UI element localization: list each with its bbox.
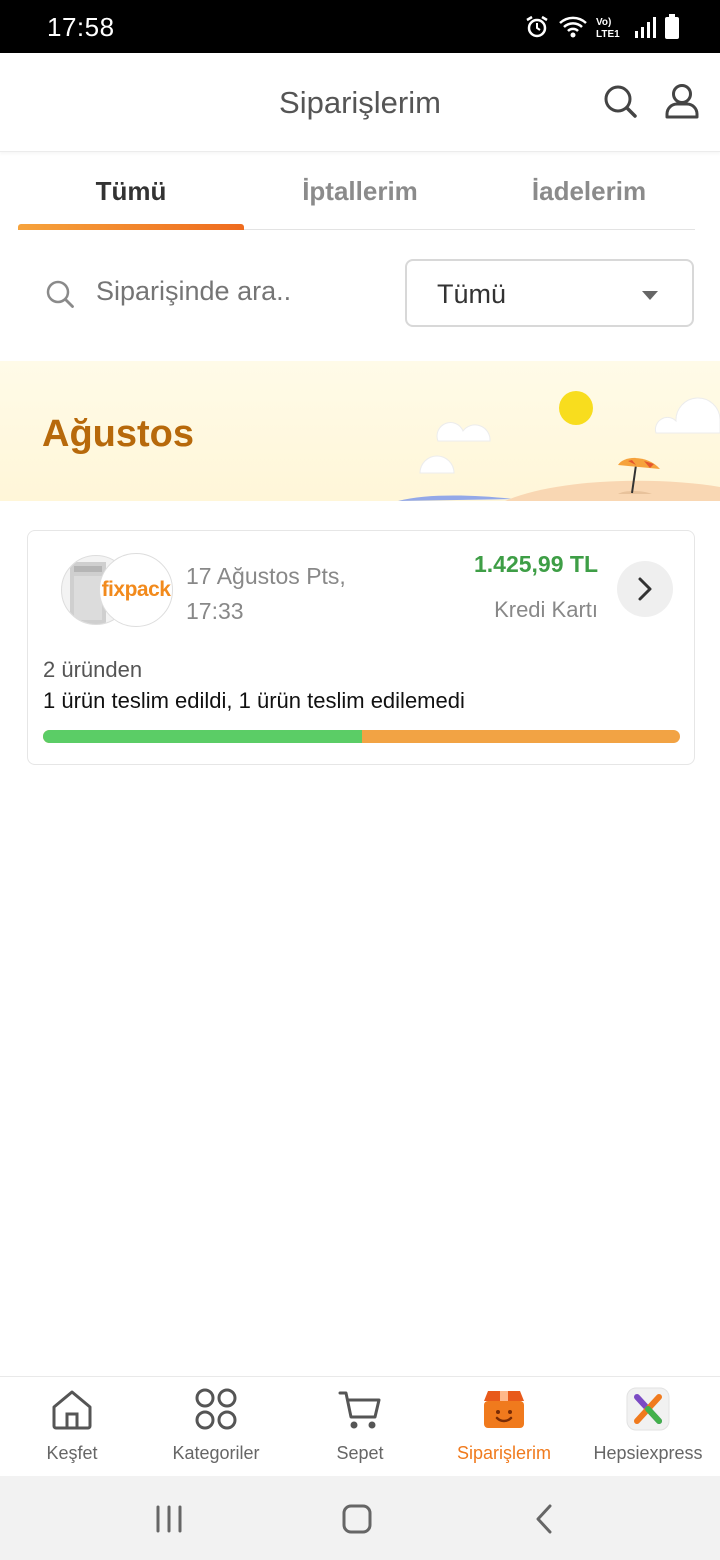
nav-item-kategoriler[interactable]: Kategoriler	[144, 1377, 288, 1477]
status-bar: 17:58 Vo) LTE1	[0, 0, 720, 53]
back-icon[interactable]	[528, 1502, 562, 1536]
alarm-icon	[524, 14, 550, 40]
order-total: 1.425,99 TL	[473, 551, 598, 577]
order-detail-button[interactable]	[617, 561, 673, 617]
home-icon	[52, 1390, 92, 1430]
month-title: Ağustos	[42, 413, 194, 455]
delivery-status: 1 ürün teslim edildi, 1 ürün teslim edil…	[43, 688, 465, 713]
search-icon	[44, 278, 76, 315]
tab-all[interactable]: Tümü	[18, 176, 244, 207]
month-banner: Ağustos	[0, 361, 720, 501]
nav-item-hepsiexpress[interactable]: Hepsiexpress	[576, 1377, 720, 1477]
app-header: Siparişlerim	[0, 53, 720, 152]
tab-cancellations[interactable]: İptallerim	[247, 176, 473, 207]
wifi-icon	[558, 14, 588, 40]
nav-item-siparislerim[interactable]: Siparişlerim	[432, 1377, 576, 1477]
cart-icon	[338, 1391, 381, 1429]
order-card[interactable]: fixpack 17 Ağustos Pts, 17:33 1.425,99 T…	[27, 530, 695, 765]
hepsiexpress-icon	[626, 1387, 670, 1431]
delivery-progress-bar	[43, 730, 680, 743]
recent-apps-icon[interactable]	[152, 1502, 186, 1536]
bottom-nav: Keşfet Kategoriler Sepet Siparişlerim He…	[0, 1376, 720, 1476]
order-tabs: Tümü İptallerim İadelerim	[18, 152, 695, 230]
system-nav-bar	[0, 1476, 720, 1560]
brand-logo: fixpack	[99, 553, 173, 627]
chevron-right-icon	[638, 577, 652, 601]
orders-box-icon	[484, 1391, 524, 1428]
nav-label: Kategoriler	[172, 1443, 260, 1463]
order-search	[44, 268, 366, 320]
filter-selected-value: Tümü	[437, 279, 507, 309]
categories-icon	[195, 1388, 237, 1430]
svg-text:LTE1: LTE1	[596, 29, 620, 40]
chevron-down-icon	[642, 291, 658, 300]
battery-icon	[664, 14, 680, 40]
active-tab-indicator	[18, 224, 244, 230]
payment-method: Kredi Kartı	[494, 597, 598, 622]
nav-label: Sepet	[336, 1443, 384, 1463]
search-input[interactable]	[96, 276, 366, 307]
home-button-icon[interactable]	[340, 1502, 374, 1536]
filter-dropdown[interactable]: Tümü	[405, 259, 694, 327]
status-time: 17:58	[47, 12, 115, 42]
search-icon[interactable]	[600, 81, 640, 121]
svg-text:Vo): Vo)	[596, 17, 611, 28]
nav-item-sepet[interactable]: Sepet	[288, 1377, 432, 1477]
order-date: 17 Ağustos Pts, 17:33	[186, 563, 346, 624]
signal-icon	[634, 15, 656, 39]
status-icons: Vo) LTE1	[524, 10, 680, 44]
item-count: 2 üründen	[43, 657, 143, 682]
network-type-label: Vo) LTE1	[596, 14, 626, 40]
nav-item-kesfet[interactable]: Keşfet	[0, 1377, 144, 1477]
nav-label: Keşfet	[46, 1443, 98, 1463]
delivered-progress-fill	[43, 730, 362, 743]
tab-returns[interactable]: İadelerim	[476, 176, 702, 207]
order-thumbnails: fixpack	[61, 553, 173, 629]
account-icon[interactable]	[662, 81, 702, 121]
nav-label: Hepsiexpress	[593, 1443, 703, 1463]
nav-label: Siparişlerim	[456, 1443, 552, 1463]
